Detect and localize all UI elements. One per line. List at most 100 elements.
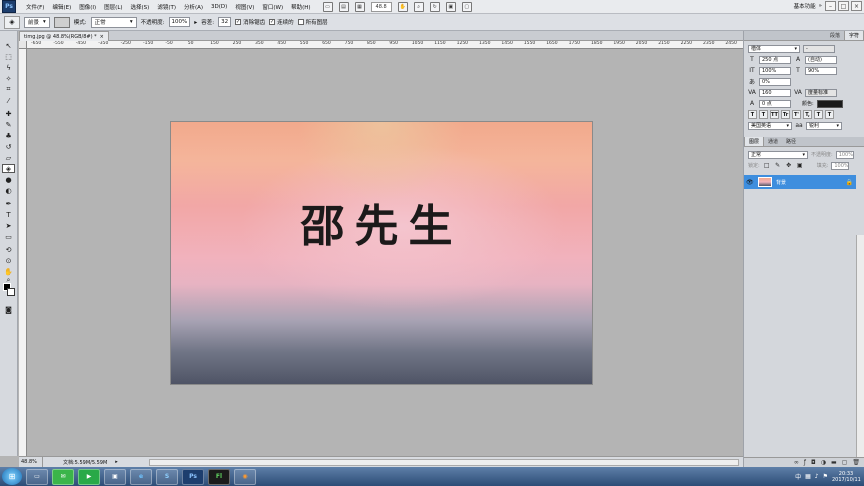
color-swatches[interactable] [3,283,15,301]
underline-button[interactable]: T [814,110,823,119]
leading-input[interactable]: (自动) [805,55,837,64]
tab-layers[interactable]: 图层 [744,137,765,146]
healing-brush-tool-icon[interactable]: ✚ [2,109,15,118]
horizontal-scale-input[interactable]: 90% [805,66,837,75]
status-menu-icon[interactable]: ▸ [115,459,118,465]
lock-all-icon[interactable]: ▣ [796,162,804,170]
clone-stamp-tool-icon[interactable]: ♣ [2,131,15,140]
menu-image[interactable]: 图像(I) [75,3,100,11]
menu-select[interactable]: 选择(S) [127,3,154,11]
menu-window[interactable]: 窗口(W) [258,3,287,11]
fill-source-select[interactable]: 前景 ▾ [24,16,50,28]
menu-help[interactable]: 帮助(H) [287,3,314,11]
eraser-tool-icon[interactable]: ▱ [2,153,15,162]
tracking-input[interactable]: 160 [759,88,791,97]
taskbar-wechat-icon[interactable]: ✉ [52,468,74,485]
crop-tool-icon[interactable]: ⌗ [2,85,15,94]
superscript-button[interactable]: T' [792,110,801,119]
paint-bucket-tool-icon[interactable]: ◈ [2,164,15,173]
fill-input[interactable]: 100% [831,161,850,170]
close-icon[interactable]: × [100,34,104,40]
eye-icon[interactable]: 👁 [746,179,754,186]
chevron-right-icon[interactable]: ▸ [194,19,197,26]
document-image[interactable]: 邵先生 [170,121,593,385]
network-icon[interactable]: ▦ [805,473,811,480]
canvas-area[interactable]: 邵先生 [27,49,743,456]
flag-icon[interactable]: ⚑ [823,473,828,480]
brush-tool-icon[interactable]: ✎ [2,120,15,129]
taskbar-sogou-icon[interactable]: S [156,468,178,485]
type-tool-icon[interactable]: T [2,210,15,219]
pattern-swatch[interactable] [53,16,70,28]
faux-italic-button[interactable]: T [759,110,768,119]
hand-tool-icon[interactable]: ✋ [397,1,408,12]
shape-tool-icon[interactable]: ▭ [2,232,15,241]
history-brush-tool-icon[interactable]: ↺ [2,142,15,151]
tracking-ratio-input[interactable]: 0% [759,77,791,86]
start-button[interactable]: ⊞ [2,468,22,485]
magic-wand-tool-icon[interactable]: ✧ [2,74,15,83]
taskbar-firefox-icon[interactable]: ◉ [234,468,256,485]
font-size-input[interactable]: 250 点 [759,55,791,64]
baseline-shift-input[interactable]: 0 点 [759,99,791,108]
layer-mask-icon[interactable]: ◘ [811,459,816,466]
tolerance-input[interactable]: 32 [218,17,232,27]
screen-mode-icon[interactable]: ▢ [461,1,472,12]
menu-filter[interactable]: 滤镜(T) [153,3,180,11]
antialias-select[interactable]: 锐利 ▾ [806,121,842,130]
menu-view[interactable]: 视图(V) [231,3,258,11]
volume-icon[interactable]: ♪ [815,473,819,480]
pen-tool-icon[interactable]: ✒ [2,199,15,208]
menu-analysis[interactable]: 分析(A) [180,3,207,11]
lock-position-icon[interactable]: ✥ [785,162,793,170]
trash-icon[interactable]: 🗑 [852,459,860,466]
tab-paragraph[interactable]: 段落 [826,31,844,40]
layer-row-background[interactable]: 👁 背景 🔒 [744,175,856,189]
taskbar-photoshop-icon[interactable]: Ps [182,468,204,485]
lasso-tool-icon[interactable]: ϟ [2,63,15,72]
menu-file[interactable]: 文件(F) [22,3,48,11]
menu-3d[interactable]: 3D(D) [207,4,231,10]
all-layers-checkbox[interactable]: 所有图层 [297,18,328,26]
link-layers-icon[interactable]: ∞ [794,459,799,466]
menu-edit[interactable]: 编辑(E) [48,3,75,11]
3d-orbit-tool-icon[interactable]: ⊙ [2,256,15,265]
minimize-button[interactable]: – [825,1,836,11]
language-select[interactable]: 美国英语 ▾ [748,121,792,130]
background-color-swatch[interactable] [7,288,15,296]
close-button[interactable]: × [851,1,862,11]
font-family-select[interactable]: 楷体 ▾ [748,44,800,53]
opacity-input[interactable]: 100% [168,17,191,27]
taskbar-ie-icon[interactable]: e [130,468,152,485]
taskbar-iqiyi-icon[interactable]: ▶ [78,468,100,485]
subscript-button[interactable]: T, [803,110,812,119]
font-style-select[interactable]: - [803,44,835,53]
arrange-documents-icon[interactable]: ▣ [445,1,456,12]
move-tool-icon[interactable]: ↖ [2,41,15,50]
extras-icon[interactable]: ▦ [354,1,365,12]
vertical-ruler[interactable] [19,49,27,456]
small-caps-button[interactable]: Tr [781,110,790,119]
rotate-view-icon[interactable]: ↻ [429,1,440,12]
strikethrough-button[interactable]: T [825,110,834,119]
lock-image-icon[interactable]: ✎ [774,162,782,170]
blur-tool-icon[interactable]: ● [2,175,15,184]
3d-rotate-tool-icon[interactable]: ⟲ [2,245,15,254]
clock[interactable]: 20:33 2017/10/11 [832,471,861,483]
marquee-tool-icon[interactable]: ⬚ [2,52,15,61]
status-zoom[interactable]: 48.8% [19,457,43,467]
dodge-tool-icon[interactable]: ◐ [2,186,15,195]
layer-style-icon[interactable]: ƒ [804,459,806,466]
menu-layer[interactable]: 图层(L) [100,3,126,11]
path-selection-tool-icon[interactable]: ➤ [2,221,15,230]
zoom-tool-icon[interactable]: ⌕ [413,1,424,12]
paint-bucket-tool-preset-icon[interactable]: ◈ [4,15,20,29]
vertical-scale-input[interactable]: 100% [759,66,791,75]
maximize-button[interactable]: □ [838,1,849,11]
zoom-level-select[interactable]: 48.8 [370,1,392,12]
mode-select[interactable]: 正常 ▾ [90,16,137,28]
document-tab[interactable]: timg.jpg @ 48.8%(RGB/8#) * × [19,31,109,41]
contiguous-checkbox[interactable]: ✓ 连续的 [269,18,294,26]
faux-bold-button[interactable]: T [748,110,757,119]
eyedropper-tool-icon[interactable]: ⁄ [2,96,15,105]
